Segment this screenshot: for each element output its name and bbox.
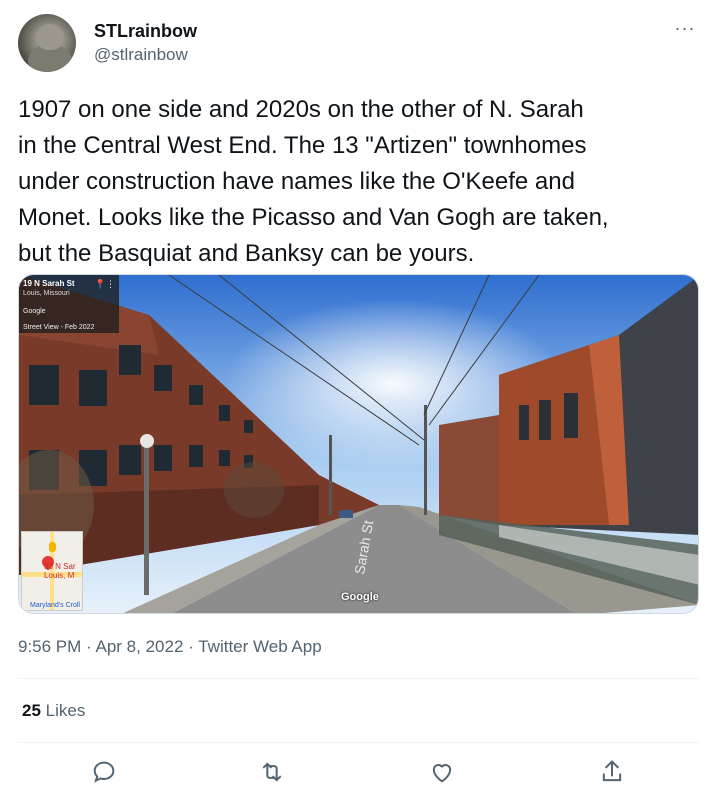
- divider: [18, 678, 699, 679]
- street-view-photo: Sarah St: [19, 275, 698, 613]
- share-icon: [602, 760, 622, 782]
- tweet-time[interactable]: 9:56 PM: [18, 637, 81, 656]
- street-view-brand: Google: [23, 308, 46, 315]
- minimap: 33 N Sar Louis, M Maryland's Croll: [21, 531, 83, 611]
- street-view-date: Street View - Feb 2022: [23, 324, 95, 331]
- likes-count-link[interactable]: 25 Likes: [22, 700, 85, 722]
- divider: [18, 742, 699, 743]
- tweet-actions-bar: [0, 752, 718, 792]
- likes-count: 25: [22, 701, 41, 720]
- retweet-button[interactable]: [258, 758, 286, 786]
- like-button[interactable]: [428, 758, 456, 786]
- street-view-info-panel: 19 N Sarah St Louis, Missouri Google Str…: [19, 275, 119, 333]
- retweet-icon: [262, 762, 282, 782]
- meta-separator: ·: [86, 637, 96, 656]
- street-view-city: Louis, Missouri: [23, 290, 70, 297]
- reply-button[interactable]: [90, 758, 118, 786]
- user-handle[interactable]: @stlrainbow: [94, 44, 197, 66]
- likes-label: Likes: [45, 701, 86, 720]
- avatar[interactable]: [18, 14, 76, 72]
- avatar-cat-head: [36, 24, 64, 50]
- share-button[interactable]: [598, 758, 626, 786]
- tweet-source[interactable]: Twitter Web App: [198, 637, 321, 656]
- display-name[interactable]: STLrainbow: [94, 20, 197, 42]
- reply-icon: [93, 761, 115, 783]
- more-options-button[interactable]: ···: [670, 18, 700, 42]
- tweet-text: 1907 on one side and 2020s on the other …: [18, 96, 609, 267]
- tweet-media-image[interactable]: Sarah St 19 N Sarah St Louis, Missouri G…: [18, 274, 699, 614]
- pegman-icon: [49, 542, 56, 552]
- google-watermark: Google: [341, 591, 379, 603]
- tweet-date[interactable]: Apr 8, 2022: [96, 637, 184, 656]
- minimap-label: 33 N Sar Louis, M: [44, 562, 76, 580]
- map-pin-icon: 📍⋮: [94, 279, 115, 289]
- author-block: STLrainbow @stlrainbow: [94, 20, 197, 66]
- tweet-header: STLrainbow @stlrainbow ···: [18, 14, 700, 74]
- meta-separator: ·: [188, 637, 199, 656]
- minimap-bottom-label: Maryland's Croll: [30, 602, 80, 609]
- like-icon: [432, 764, 452, 783]
- tweet-meta: 9:56 PM · Apr 8, 2022 · Twitter Web App: [18, 636, 322, 658]
